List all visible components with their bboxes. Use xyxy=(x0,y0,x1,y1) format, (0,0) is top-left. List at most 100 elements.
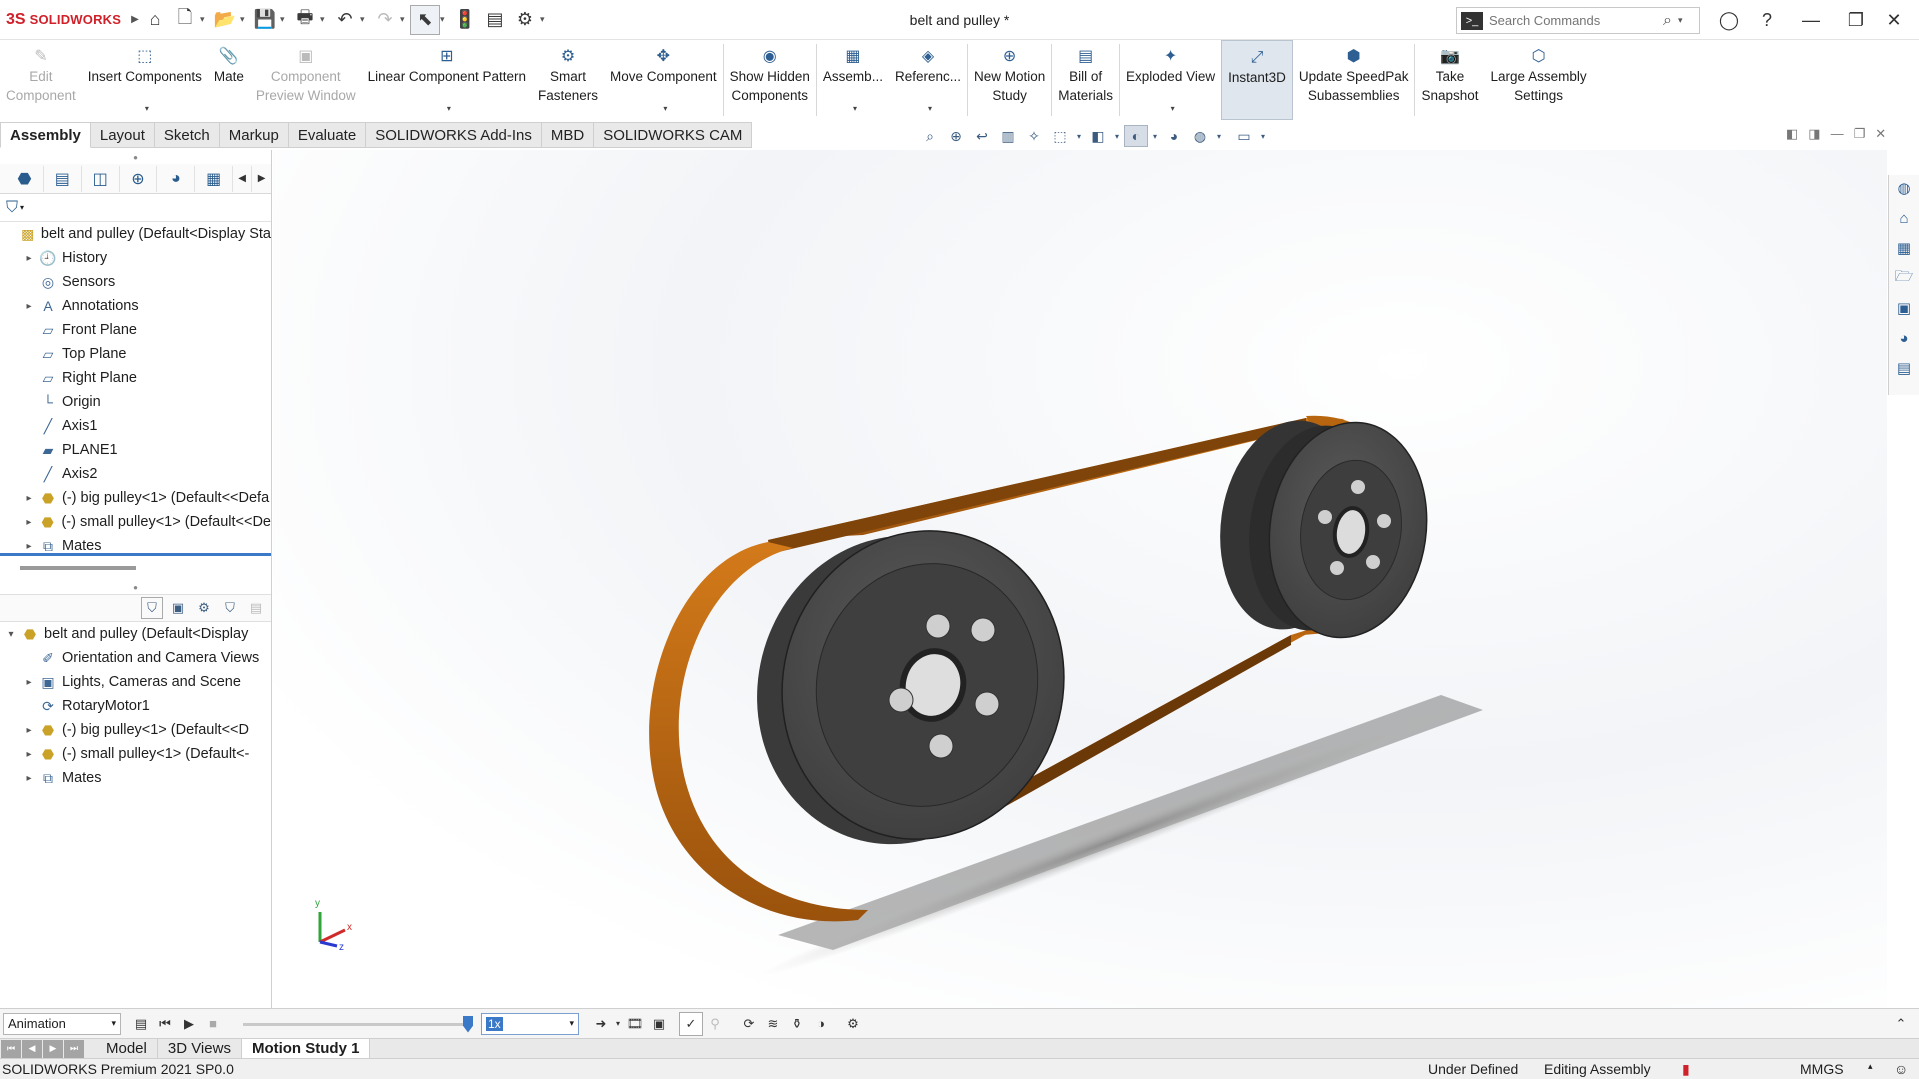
solidworks-resources-icon[interactable]: ◍ xyxy=(1891,175,1917,201)
filter-caret-icon[interactable]: ▾ xyxy=(20,203,24,212)
playback-speed-select[interactable]: 1x ▾ xyxy=(481,1012,579,1035)
new-caret-icon[interactable]: ▾ xyxy=(200,14,210,25)
zoom-to-area-icon[interactable]: ⊕ xyxy=(944,125,968,147)
filter-animated-icon[interactable]: ▣ xyxy=(167,597,189,619)
section-view-icon[interactable]: ▥ xyxy=(996,125,1020,147)
viewport-close-icon[interactable]: ✕ xyxy=(1875,126,1886,142)
graphics-area[interactable]: y x z xyxy=(273,150,1887,1008)
property-manager-icon[interactable]: ▤ xyxy=(44,165,82,192)
viewport-tile-right-icon[interactable]: ◨ xyxy=(1808,126,1820,142)
tab-motion-study-1[interactable]: Motion Study 1 xyxy=(241,1038,371,1059)
playback-slider[interactable] xyxy=(243,1013,473,1035)
contact-icon[interactable]: ◑ xyxy=(809,1012,833,1036)
big-pulley[interactable] xyxy=(725,501,1097,875)
user-account-icon[interactable]: ◯ xyxy=(1714,5,1744,35)
print-icon[interactable]: 🖶 xyxy=(290,5,320,35)
expand-toggle-icon[interactable]: ▸ xyxy=(20,541,38,552)
unit-system[interactable]: MMGS xyxy=(1800,1061,1844,1077)
dimxpert-manager-icon[interactable]: ⊕ xyxy=(120,165,158,192)
restore-icon[interactable]: ❐ xyxy=(1841,5,1871,35)
unit-caret-icon[interactable]: ▴ xyxy=(1868,1061,1873,1072)
solidworks-logo[interactable]: 3S SOLIDWORKS ▶ xyxy=(0,11,140,29)
first-tab-icon[interactable]: ⏮ xyxy=(1,1039,21,1058)
tab-markup[interactable]: Markup xyxy=(219,122,289,148)
spring-icon[interactable]: ≋ xyxy=(761,1012,785,1036)
component-preview-window-button[interactable]: ▣ Component Preview Window xyxy=(250,40,362,120)
save-icon[interactable]: 💾 xyxy=(250,5,280,35)
hide-show-caret-icon[interactable]: ▾ xyxy=(1150,125,1160,147)
slider-thumb[interactable] xyxy=(463,1015,473,1033)
show-hidden-components-button[interactable]: ◉ Show Hidden Components xyxy=(724,40,816,120)
tree-item[interactable]: ⟳ RotaryMotor1 xyxy=(0,694,271,718)
dynamic-annotation-icon[interactable]: ✧ xyxy=(1022,125,1046,147)
file-properties-icon[interactable]: ▤ xyxy=(480,5,510,35)
apply-scene-icon[interactable]: ◍ xyxy=(1188,125,1212,147)
scenes-icon[interactable]: ◕ xyxy=(1891,325,1917,351)
select-caret-icon[interactable]: ▾ xyxy=(440,14,450,25)
zoom-to-fit-icon[interactable]: ⌕ xyxy=(918,125,942,147)
view-settings-icon[interactable]: ▭ xyxy=(1232,125,1256,147)
mate-button[interactable]: 📎 Mate xyxy=(208,40,250,120)
take-snapshot-button[interactable]: 📷 Take Snapshot xyxy=(1415,40,1484,120)
viewport-minimize-icon[interactable]: — xyxy=(1831,126,1844,142)
open-caret-icon[interactable]: ▾ xyxy=(240,14,250,25)
tabs-right-arrow-icon[interactable]: ▶ xyxy=(252,166,271,192)
tab-layout[interactable]: Layout xyxy=(90,122,155,148)
tree-item[interactable]: └ Origin xyxy=(0,390,271,414)
motion-panel-grip[interactable]: ● xyxy=(0,580,271,594)
autokey-icon[interactable]: ✓ xyxy=(679,1011,703,1036)
tree-item[interactable]: ▱ Top Plane xyxy=(0,342,271,366)
rebuild-icon[interactable]: 🚦 xyxy=(450,5,480,35)
tree-item[interactable]: ▸ ▣ Lights, Cameras and Scene xyxy=(0,670,271,694)
tab-sketch[interactable]: Sketch xyxy=(154,122,220,148)
tree-item[interactable]: ▸ ⬣ (-) big pulley<1> (Default<<D xyxy=(0,718,271,742)
chevron-down-icon[interactable]: ▾ xyxy=(1171,99,1175,118)
chevron-down-icon[interactable]: ▾ xyxy=(928,99,932,118)
add-key-icon[interactable]: ⚲ xyxy=(703,1012,727,1036)
configuration-manager-icon[interactable]: ◫ xyxy=(82,165,120,192)
tree-item[interactable]: ▱ Right Plane xyxy=(0,366,271,390)
edit-appearance-icon[interactable]: ◕ xyxy=(1162,125,1186,147)
expand-toggle-icon[interactable]: ▸ xyxy=(20,517,38,528)
expand-toggle-icon[interactable]: ▸ xyxy=(20,725,38,736)
stop-icon[interactable]: ■ xyxy=(201,1012,225,1036)
undo-icon[interactable]: ↶ xyxy=(330,5,360,35)
smart-fasteners-button[interactable]: ⚙ Smart Fasteners xyxy=(532,40,604,120)
menu-expand-icon[interactable]: ▶ xyxy=(131,14,139,25)
custom-properties-icon[interactable]: ▤ xyxy=(1891,355,1917,381)
next-tab-icon[interactable]: ▶ xyxy=(43,1039,63,1058)
exploded-view-button[interactable]: ✦ Exploded View ▾ xyxy=(1120,40,1221,120)
small-pulley[interactable] xyxy=(1207,411,1440,648)
assembly-features-button[interactable]: ▦ Assemb... ▾ xyxy=(817,40,889,120)
expand-toggle-icon[interactable]: ▸ xyxy=(20,301,38,312)
search-caret-icon[interactable]: ▾ xyxy=(1678,15,1683,26)
expand-toggle-icon[interactable]: ▸ xyxy=(20,677,38,688)
motor-icon[interactable]: ⟳ xyxy=(737,1012,761,1036)
tree-item[interactable]: ▸ ⬣ (-) big pulley<1> (Default<<Defa xyxy=(0,486,271,510)
play-from-start-icon[interactable]: ⏮ xyxy=(153,1012,177,1036)
tree-item[interactable]: ▱ Front Plane xyxy=(0,318,271,342)
view-palette-icon[interactable]: 🗁 xyxy=(1891,265,1917,291)
scrollbar-thumb[interactable] xyxy=(20,566,136,570)
filter-icon[interactable]: ⛉ xyxy=(6,199,18,217)
tabs-left-arrow-icon[interactable]: ◀ xyxy=(233,165,253,192)
motion-study-properties-icon[interactable]: ⚙ xyxy=(841,1012,865,1036)
play-icon[interactable]: ▶ xyxy=(177,1012,201,1036)
calculate-icon[interactable]: ▤ xyxy=(129,1012,153,1036)
save-caret-icon[interactable]: ▾ xyxy=(280,14,290,25)
tree-item[interactable]: ╱ Axis1 xyxy=(0,414,271,438)
cam-manager-icon[interactable]: ▦ xyxy=(195,165,234,192)
options-caret-icon[interactable]: ▾ xyxy=(540,14,550,25)
search-input[interactable] xyxy=(1489,13,1659,28)
filter-selected-icon[interactable]: ⛉ xyxy=(219,597,241,619)
insert-components-button[interactable]: ⬚ Insert Components ▾ xyxy=(82,40,208,120)
tree-item[interactable]: ▾ ⬣ belt and pulley (Default<Display xyxy=(0,622,271,646)
tree-item[interactable]: ╱ Axis2 xyxy=(0,462,271,486)
display-style-caret-icon[interactable]: ▾ xyxy=(1112,125,1122,147)
tab-solidworks-add-ins[interactable]: SOLIDWORKS Add-Ins xyxy=(366,122,542,148)
redo-caret-icon[interactable]: ▾ xyxy=(400,14,410,25)
viewport-tile-left-icon[interactable]: ◧ xyxy=(1786,126,1798,142)
move-component-button[interactable]: ✥ Move Component ▾ xyxy=(604,40,723,120)
panel-grip[interactable]: ● xyxy=(0,150,271,164)
expand-toggle-icon[interactable]: ▸ xyxy=(20,749,38,760)
